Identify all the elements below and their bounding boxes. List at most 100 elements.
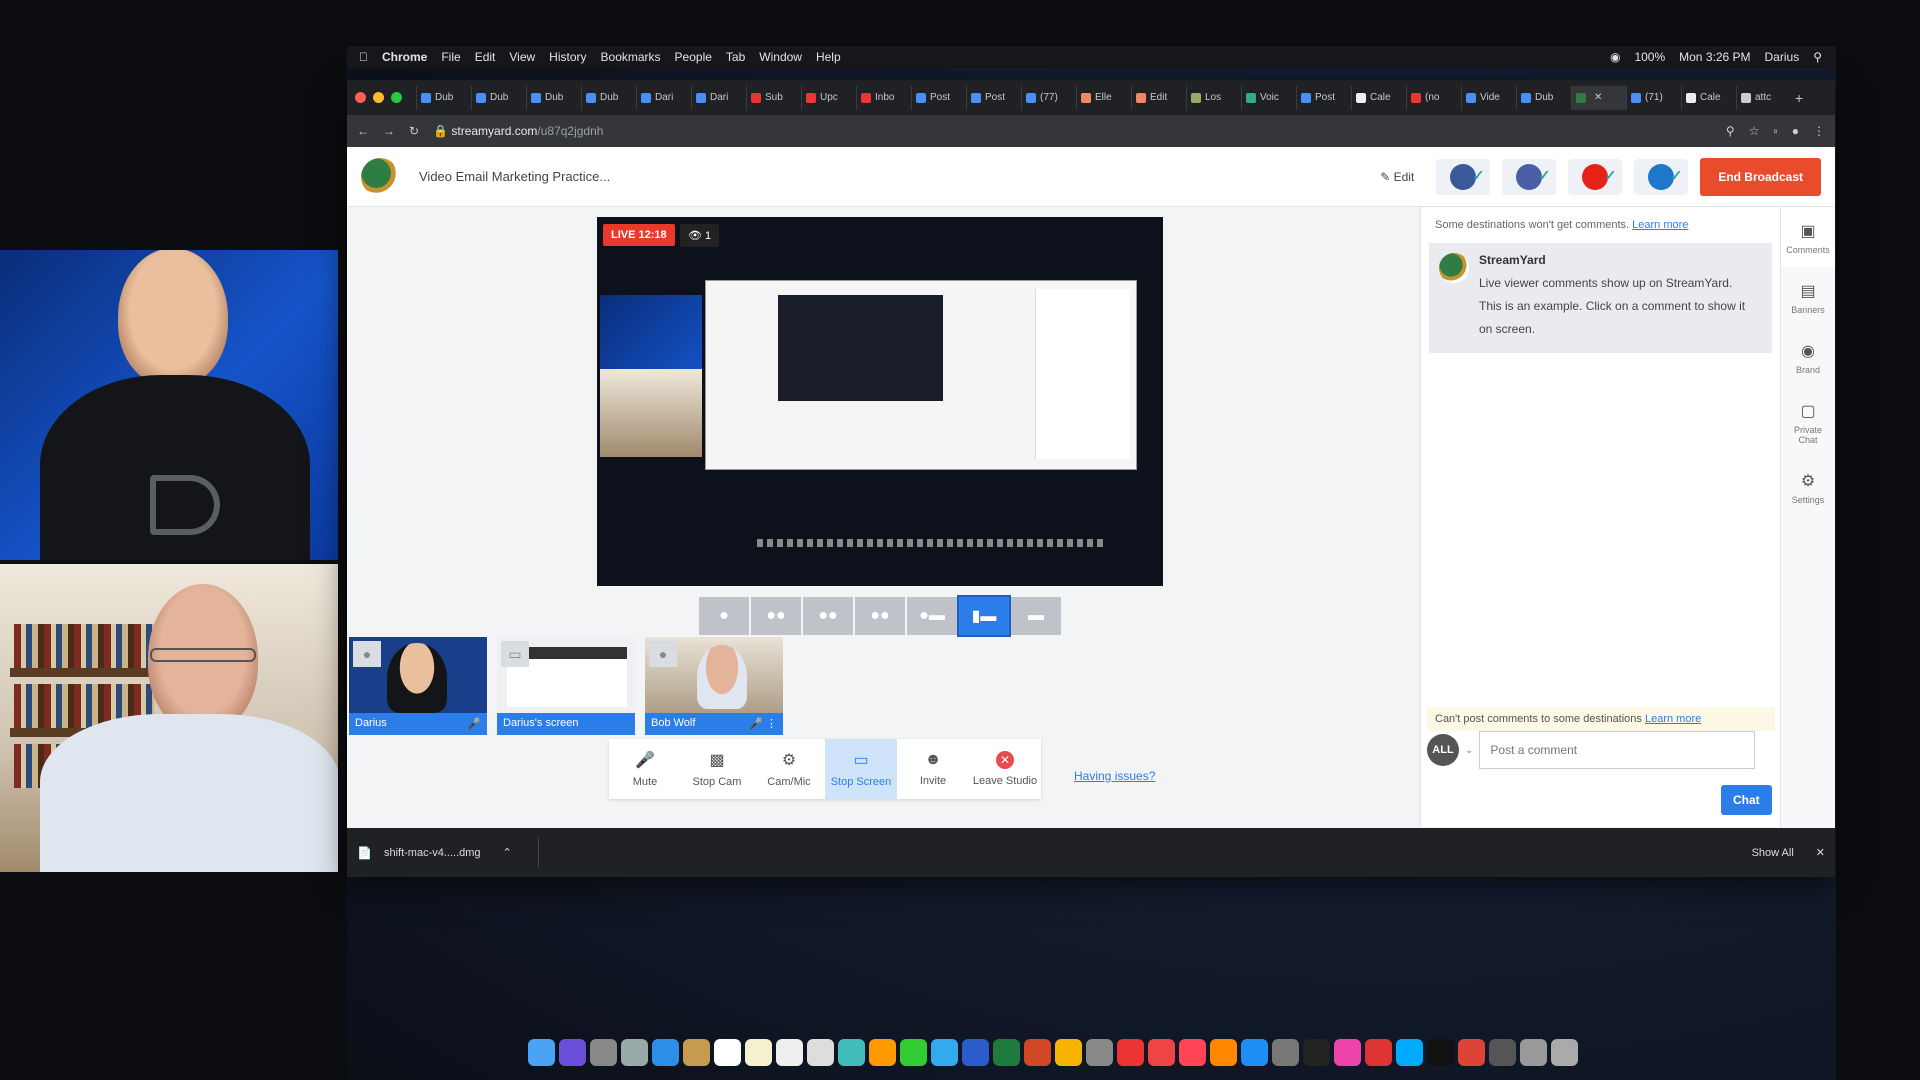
menubar-app[interactable]: Chrome — [382, 50, 427, 64]
browser-tab-active[interactable]: ✕ — [1571, 85, 1626, 110]
more-options-icon[interactable]: ⋮ — [766, 718, 777, 730]
chrome-icon[interactable] — [1458, 1038, 1485, 1066]
end-broadcast-button[interactable]: End Broadcast — [1700, 157, 1821, 196]
browser-tab[interactable]: Upc — [801, 85, 856, 110]
chevron-up-icon[interactable]: ⌃ — [503, 846, 512, 859]
word-icon[interactable] — [962, 1038, 989, 1066]
add-to-stream-icon[interactable]: ● — [353, 641, 381, 667]
reminders-icon[interactable] — [776, 1038, 803, 1066]
browser-tab[interactable]: Dub — [1516, 85, 1571, 110]
browser-tab[interactable]: Post — [966, 85, 1021, 110]
menu-tab[interactable]: Tab — [726, 50, 745, 64]
books-icon[interactable] — [1210, 1038, 1237, 1066]
siri-icon[interactable] — [559, 1038, 586, 1066]
browser-tab[interactable]: Dub — [581, 85, 636, 110]
menu-view[interactable]: View — [509, 50, 535, 64]
microphone-icon[interactable]: 🎤 — [749, 718, 763, 730]
browser-tab[interactable]: Dub — [526, 85, 581, 110]
cam-mic-settings-button[interactable]: ⚙ Cam/Mic — [753, 739, 825, 799]
comment-item[interactable]: StreamYard Live viewer comments show up … — [1429, 243, 1772, 353]
browser-tab[interactable]: Sub — [746, 85, 801, 110]
download-file[interactable]: shift-mac-v4.....dmg — [384, 847, 481, 859]
menu-window[interactable]: Window — [759, 50, 802, 64]
folder-icon[interactable] — [1489, 1038, 1516, 1066]
layout-full-screen[interactable]: ▬ — [1011, 597, 1061, 635]
destination-selector[interactable]: ALL — [1427, 734, 1459, 766]
add-to-stream-icon[interactable]: ● — [649, 641, 677, 667]
facetime-icon[interactable] — [931, 1038, 958, 1066]
terminal-icon[interactable] — [1427, 1038, 1454, 1066]
layout-thin[interactable]: ●● — [751, 597, 801, 635]
close-window-button[interactable] — [355, 92, 366, 103]
mute-button[interactable]: 🎤 Mute — [609, 739, 681, 799]
extension-icon[interactable]: ▫ — [1773, 124, 1777, 138]
rail-comments[interactable]: ▣ Comments — [1781, 207, 1835, 267]
rail-banners[interactable]: ▤ Banners — [1781, 267, 1835, 327]
rail-private-chat[interactable]: ▢ Private Chat — [1781, 387, 1835, 457]
document-icon[interactable] — [807, 1038, 834, 1066]
destination-facebook-group[interactable]: ✓ — [1502, 158, 1557, 195]
browser-tab[interactable]: Cale — [1681, 85, 1736, 110]
browser-tab[interactable]: attc — [1736, 85, 1791, 110]
learn-more-link[interactable]: Learn more — [1632, 219, 1688, 231]
wifi-icon[interactable]: ◉ — [1610, 50, 1620, 64]
browser-tab[interactable]: Elle — [1076, 85, 1131, 110]
browser-menu-icon[interactable]: ⋮ — [1813, 124, 1825, 138]
user-name[interactable]: Darius — [1765, 50, 1800, 64]
calendar-icon[interactable] — [714, 1038, 741, 1066]
browser-tab[interactable]: Vide — [1461, 85, 1516, 110]
launchpad-icon[interactable] — [621, 1038, 648, 1066]
browser-tab[interactable]: Inbo — [856, 85, 911, 110]
clock[interactable]: Mon 3:26 PM — [1679, 50, 1750, 64]
finder-icon[interactable] — [528, 1038, 555, 1066]
add-to-stream-icon[interactable]: ▭ — [501, 641, 529, 667]
layout-screen[interactable]: ▮▬ — [957, 595, 1011, 637]
menu-help[interactable]: Help — [816, 50, 841, 64]
powerpoint-icon[interactable] — [1024, 1038, 1051, 1066]
browser-tab[interactable]: (77) — [1021, 85, 1076, 110]
browser-tab[interactable]: (no — [1406, 85, 1461, 110]
reload-icon[interactable]: ↻ — [409, 124, 419, 138]
browser-tab[interactable]: Cale — [1351, 85, 1406, 110]
destination-facebook-profile[interactable]: ✓ — [1634, 158, 1689, 195]
minimize-window-button[interactable] — [373, 92, 384, 103]
battery-status[interactable]: 100% — [1634, 50, 1665, 64]
chat-send-button[interactable]: Chat — [1721, 785, 1772, 815]
apple-icon[interactable]:  — [359, 50, 368, 64]
notes-icon[interactable] — [745, 1038, 772, 1066]
menu-bookmarks[interactable]: Bookmarks — [601, 50, 661, 64]
broadcast-title[interactable]: Video Email Marketing Practice... — [419, 169, 610, 184]
speedify-icon[interactable] — [1365, 1038, 1392, 1066]
help-icon[interactable] — [1086, 1038, 1113, 1066]
browser-tab[interactable]: Post — [1296, 85, 1351, 110]
browser-tab[interactable]: Dub — [471, 85, 526, 110]
leave-studio-button[interactable]: ✕ Leave Studio — [969, 739, 1041, 799]
app-store-icon[interactable] — [1241, 1038, 1268, 1066]
guest-tile-screen[interactable]: ▭ Darius's screen — [497, 637, 635, 735]
zoom-window-button[interactable] — [391, 92, 402, 103]
activity-monitor-icon[interactable] — [1303, 1038, 1330, 1066]
block-icon[interactable] — [1148, 1038, 1175, 1066]
bookmark-star-icon[interactable]: ☆ — [1749, 124, 1760, 138]
stop-screen-button[interactable]: ▭ Stop Screen — [825, 739, 897, 799]
photos-icon[interactable] — [869, 1038, 896, 1066]
menu-edit[interactable]: Edit — [475, 50, 496, 64]
microphone-icon[interactable]: 🎤 — [467, 717, 481, 731]
show-all-button[interactable]: Show All — [1752, 847, 1794, 859]
messages-icon[interactable] — [900, 1038, 927, 1066]
browser-tab[interactable]: (71) — [1626, 85, 1681, 110]
browser-tab[interactable]: Los — [1186, 85, 1241, 110]
edit-title-button[interactable]: ✎ Edit — [1380, 170, 1414, 184]
acrobat-icon[interactable] — [1117, 1038, 1144, 1066]
layout-news[interactable]: ●▬ — [907, 597, 957, 635]
help-icon[interactable] — [590, 1038, 617, 1066]
safari-icon[interactable] — [652, 1038, 679, 1066]
url-field[interactable]: 🔒 streamyard.com/u87q2jgdnh — [433, 124, 1712, 138]
skype-icon[interactable] — [1396, 1038, 1423, 1066]
layout-leader[interactable]: ●● — [855, 597, 905, 635]
zoom-icon[interactable]: ⚲ — [1726, 124, 1735, 138]
maps-icon[interactable] — [838, 1038, 865, 1066]
layout-solo[interactable]: ● — [699, 597, 749, 635]
comment-input[interactable] — [1479, 731, 1756, 769]
guest-tile-bob[interactable]: ● Bob Wolf 🎤 ⋮ — [645, 637, 783, 735]
